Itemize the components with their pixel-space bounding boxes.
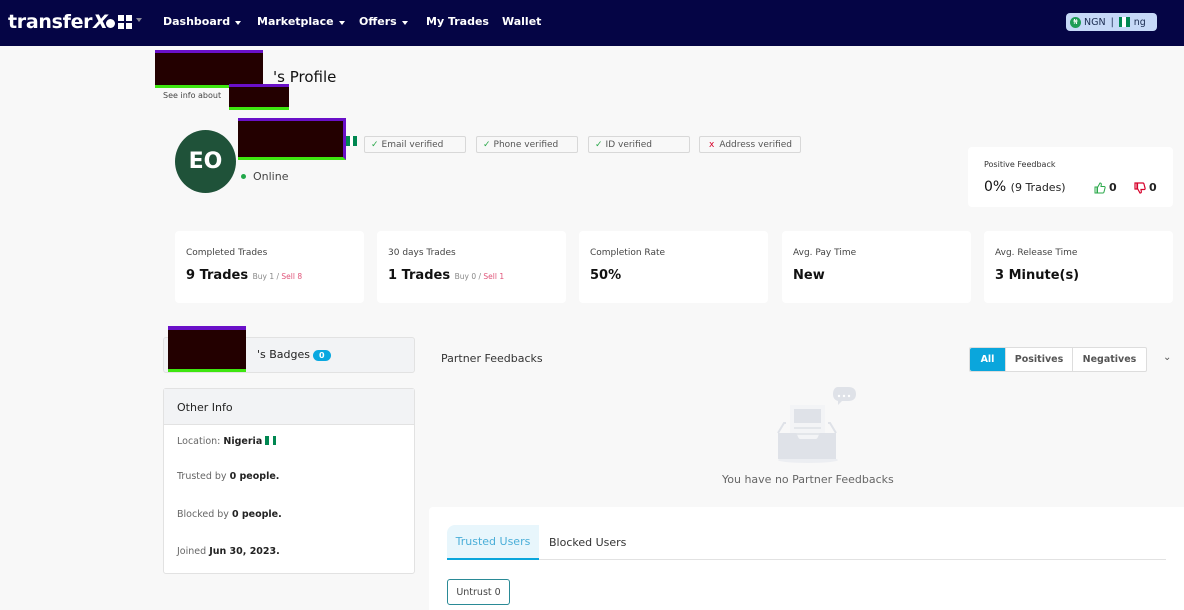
redacted-username (155, 50, 263, 88)
thumbs-up-icon (1094, 181, 1106, 193)
empty-inbox-icon (777, 387, 856, 463)
badges-label: 's Badges (257, 348, 311, 361)
thumbs-down-icon (1134, 181, 1146, 194)
x-icon: x (709, 139, 715, 150)
redacted-username (238, 118, 346, 160)
thumbs-up-count: 0 (1094, 181, 1117, 194)
trusted-by-row: Trusted by 0 people. (177, 471, 280, 482)
stat-card-30-days-trades: 30 days Trades 1 Trades Buy 0 / Sell 1 (377, 231, 566, 303)
feedback-filter-group: All Positives Negatives (969, 347, 1147, 372)
online-status: Online (241, 170, 288, 183)
top-navbar: transfer X Dashboard Marketplace Offers M… (0, 0, 1184, 46)
nav-offers[interactable]: Offers (359, 15, 408, 28)
nav-my-trades[interactable]: My Trades (426, 15, 489, 28)
online-dot-icon (241, 174, 246, 179)
empty-feedbacks-text: You have no Partner Feedbacks (722, 473, 894, 486)
thumbs-down-count: 0 (1134, 181, 1157, 194)
filter-positives[interactable]: Positives (1006, 348, 1073, 371)
filter-all[interactable]: All (970, 348, 1006, 371)
nigeria-flag-icon (1118, 17, 1130, 27)
transferx-logo[interactable]: transfer X (8, 11, 115, 33)
chevron-down-icon[interactable]: ⌄ (1163, 352, 1171, 363)
untrust-button[interactable]: Untrust 0 (447, 579, 510, 605)
check-icon: ✓ (371, 139, 379, 150)
avatar: EO (175, 130, 236, 193)
nigeria-flag-icon (265, 436, 277, 445)
apps-grid-icon[interactable] (118, 15, 132, 29)
separator: | (1110, 16, 1114, 28)
badges-count: 0 (313, 350, 331, 361)
address-verified-badge: x Address verified (699, 136, 801, 153)
chevron-down-icon (338, 20, 345, 25)
id-verified-badge: ✓ ID verified (588, 136, 690, 153)
stat-card-avg-pay-time: Avg. Pay Time New (782, 231, 971, 303)
tab-blocked-users[interactable]: Blocked Users (549, 525, 626, 560)
email-verified-badge: ✓ Email verified (364, 136, 466, 153)
naira-coin-icon: ₦ (1070, 16, 1081, 28)
tab-trusted-users[interactable]: Trusted Users (447, 525, 539, 560)
logo-text: transfer (8, 11, 93, 33)
page-subtitle: See info about (163, 91, 222, 100)
stat-card-completion-rate: Completion Rate 50% (579, 231, 768, 303)
joined-row: Joined Jun 30, 2023. (177, 546, 280, 557)
currency-code: NGN (1084, 16, 1106, 28)
stat-card-avg-release-time: Avg. Release Time 3 Minute(s) (984, 231, 1173, 303)
other-info-panel: Other Info Location: Nigeria Trusted by … (163, 388, 415, 574)
redacted-username (168, 326, 246, 372)
stat-card-completed-trades: Completed Trades 9 Trades Buy 1 / Sell 8 (175, 231, 364, 303)
filter-negatives[interactable]: Negatives (1073, 348, 1146, 371)
phone-verified-badge: ✓ Phone verified (476, 136, 578, 153)
chevron-down-icon (235, 20, 242, 25)
partner-feedbacks-title: Partner Feedbacks (441, 352, 543, 365)
nav-marketplace[interactable]: Marketplace (257, 15, 345, 28)
check-icon: ✓ (595, 139, 603, 150)
location-row: Location: Nigeria (177, 436, 277, 447)
positive-feedback-label: Positive Feedback (984, 160, 1056, 169)
apps-caret-icon[interactable] (136, 18, 142, 22)
other-info-title: Other Info (164, 389, 414, 425)
redacted-username (229, 84, 289, 110)
nigeria-flag-icon (346, 136, 358, 146)
logo-dot-icon (105, 19, 115, 28)
currency-locale-selector[interactable]: ₦ NGN | ng (1066, 13, 1157, 31)
locale-code: ng (1133, 16, 1146, 28)
nav-dashboard[interactable]: Dashboard (163, 15, 242, 28)
positive-feedback-value: 0% (9 Trades) (984, 179, 1066, 195)
blocked-by-row: Blocked by 0 people. (177, 509, 282, 520)
chevron-down-icon (401, 20, 408, 25)
check-icon: ✓ (483, 139, 491, 150)
nav-wallet[interactable]: Wallet (502, 15, 541, 28)
positive-feedback-card: Positive Feedback 0% (9 Trades) 0 0 (968, 147, 1173, 207)
